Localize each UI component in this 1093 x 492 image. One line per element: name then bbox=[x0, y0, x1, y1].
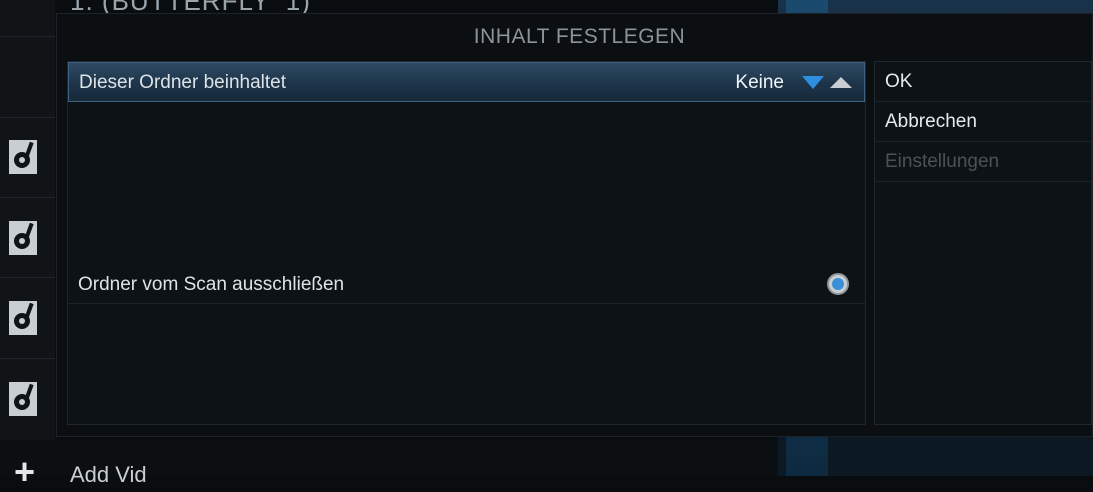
exclude-from-scan-toggle[interactable] bbox=[827, 273, 849, 295]
settings-button[interactable]: Einstellungen bbox=[875, 142, 1091, 182]
exclude-from-scan-label: Ordner vom Scan ausschließen bbox=[78, 274, 345, 295]
cancel-button[interactable]: Abbrechen bbox=[875, 102, 1091, 142]
divider bbox=[0, 36, 55, 37]
disc-icon[interactable] bbox=[9, 140, 37, 174]
content-type-label: Dieser Ordner beinhaltet bbox=[79, 72, 286, 93]
exclude-from-scan-setting[interactable]: Ordner vom Scan ausschließen bbox=[68, 264, 865, 304]
button-panel: OK Abbrechen Einstellungen bbox=[874, 61, 1092, 425]
set-content-dialog: INHALT FESTLEGEN Dieser Ordner beinhalte… bbox=[56, 13, 1093, 437]
disc-icon[interactable] bbox=[9, 301, 37, 335]
spin-up-icon[interactable] bbox=[830, 77, 852, 88]
disc-icon[interactable] bbox=[9, 221, 37, 255]
ok-button[interactable]: OK bbox=[875, 62, 1091, 102]
content-type-value: Keine bbox=[735, 72, 784, 93]
add-videos-label[interactable]: Add Vid bbox=[70, 462, 147, 488]
divider bbox=[0, 358, 55, 359]
radio-dot-icon bbox=[832, 278, 844, 290]
divider bbox=[0, 197, 55, 198]
dialog-title: INHALT FESTLEGEN bbox=[473, 25, 686, 48]
content-type-setting[interactable]: Dieser Ordner beinhaltet Keine bbox=[68, 62, 865, 102]
settings-panel: Dieser Ordner beinhaltet Keine Ordner vo… bbox=[67, 61, 866, 425]
source-list-sidebar bbox=[0, 0, 55, 476]
plus-icon[interactable]: + bbox=[14, 454, 35, 490]
disc-icon[interactable] bbox=[9, 382, 37, 416]
divider bbox=[0, 117, 55, 118]
background-bottom-row: + Add Vid bbox=[0, 440, 778, 490]
divider bbox=[0, 277, 55, 278]
spin-down-icon[interactable] bbox=[802, 76, 824, 89]
